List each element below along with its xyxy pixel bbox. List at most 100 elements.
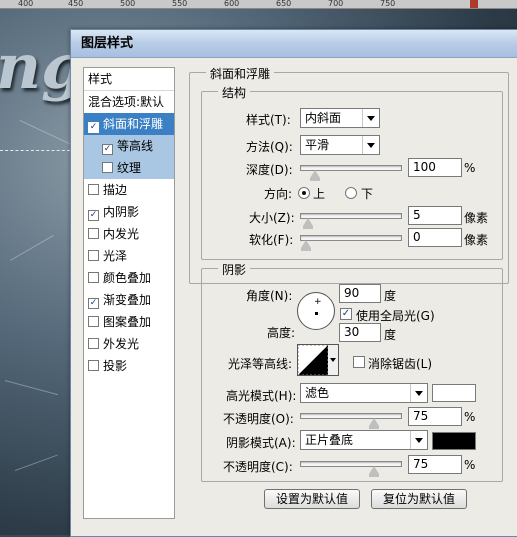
style-list-header[interactable]: 样式: [84, 68, 174, 91]
highlight-opacity-unit: %: [464, 410, 476, 424]
size-slider-thumb[interactable]: [303, 218, 313, 229]
style-item-bevel-emboss[interactable]: ✓ 斜面和浮雕: [84, 113, 174, 135]
checkbox[interactable]: [88, 228, 99, 239]
style-item-label: 纹理: [117, 161, 142, 175]
checkbox[interactable]: ✓: [88, 122, 99, 133]
style-item-outer-glow[interactable]: 外发光: [84, 333, 174, 355]
angle-input[interactable]: 90: [339, 284, 381, 303]
checkbox[interactable]: [88, 272, 99, 283]
checkbox[interactable]: ✓: [88, 210, 99, 221]
style-item-inner-glow[interactable]: 内发光: [84, 223, 174, 245]
highlight-mode-select[interactable]: 滤色: [300, 383, 428, 403]
style-item-inner-shadow[interactable]: ✓ 内阴影: [84, 201, 174, 223]
checkbox[interactable]: [102, 162, 113, 173]
style-item-contour[interactable]: ✓ 等高线: [84, 135, 174, 157]
chevron-down-icon: [410, 431, 427, 449]
dial-center-dot: [315, 312, 318, 315]
antialias-label[interactable]: 消除锯齿(L): [368, 355, 432, 372]
shadow-opacity-slider[interactable]: [300, 461, 402, 477]
style-item-texture[interactable]: 纹理: [84, 157, 174, 179]
size-input[interactable]: 5: [408, 206, 462, 225]
shadow-opacity-thumb[interactable]: [369, 466, 379, 477]
chevron-down-icon: [410, 384, 427, 402]
highlight-opacity-slider[interactable]: [300, 413, 402, 429]
global-light-checkbox[interactable]: ✓: [340, 308, 352, 320]
style-item-label: 渐变叠加: [103, 293, 152, 307]
style-item-label: 颜色叠加: [103, 271, 152, 285]
global-light-label[interactable]: 使用全局光(G): [356, 307, 435, 324]
dialog-title[interactable]: 图层样式: [71, 30, 517, 58]
style-item-label: 外发光: [103, 337, 140, 351]
style-item-label: 投影: [103, 359, 128, 373]
shadow-opacity-input[interactable]: 75: [408, 455, 462, 474]
soften-slider[interactable]: [300, 235, 402, 251]
style-item-label: 内发光: [103, 227, 140, 241]
style-item-drop-shadow[interactable]: 投影: [84, 355, 174, 377]
depth-input[interactable]: 100: [408, 158, 462, 177]
direction-down-label[interactable]: 下: [361, 185, 373, 202]
style-list: 样式 混合选项:默认 ✓ 斜面和浮雕 ✓ 等高线 纹理 描边 ✓ 内阴影 内发光 光泽…: [83, 67, 175, 519]
checkbox[interactable]: ✓: [102, 144, 113, 155]
style-item-blending-options[interactable]: 混合选项:默认: [84, 91, 174, 113]
checkbox[interactable]: ✓: [88, 298, 99, 309]
contour-curve-icon: [298, 345, 328, 375]
checkbox[interactable]: [88, 250, 99, 261]
angle-unit: 度: [384, 289, 397, 303]
depth-unit: %: [464, 161, 476, 175]
highlight-opacity-thumb[interactable]: [369, 418, 379, 429]
method-label: 方法(Q):: [246, 140, 293, 154]
style-item-gradient-overlay[interactable]: ✓ 渐变叠加: [84, 289, 174, 311]
set-default-button[interactable]: 设置为默认值: [264, 489, 360, 509]
reset-default-button[interactable]: 复位为默认值: [371, 489, 467, 509]
angle-dial[interactable]: +: [297, 292, 335, 330]
soften-label: 软化(F):: [249, 233, 294, 247]
checkbox[interactable]: [88, 316, 99, 327]
ruler-tick-label: 650: [276, 0, 292, 8]
style-item-label: 描边: [103, 183, 128, 197]
depth-slider[interactable]: [300, 165, 402, 181]
altitude-unit: 度: [384, 328, 397, 342]
method-select-value: 平滑: [305, 138, 330, 152]
top-ruler: 400 450 500 550 600 650 700 750: [0, 0, 517, 9]
shadow-color-swatch[interactable]: [432, 432, 476, 450]
ruler-tick-label: 750: [380, 0, 396, 8]
highlight-color-swatch[interactable]: [432, 384, 476, 402]
shadow-mode-select[interactable]: 正片叠底: [300, 430, 428, 450]
direction-down-radio[interactable]: [345, 187, 357, 199]
depth-slider-thumb[interactable]: [310, 170, 320, 181]
style-item-pattern-overlay[interactable]: 图案叠加: [84, 311, 174, 333]
altitude-input[interactable]: 30: [339, 323, 381, 342]
style-item-satin[interactable]: 光泽: [84, 245, 174, 267]
highlight-opacity-input[interactable]: 75: [408, 407, 462, 426]
style-item-color-overlay[interactable]: 颜色叠加: [84, 267, 174, 289]
direction-up-label[interactable]: 上: [313, 185, 325, 202]
size-slider[interactable]: [300, 213, 402, 229]
checkbox[interactable]: [88, 338, 99, 349]
style-item-label: 混合选项:默认: [88, 95, 165, 109]
style-select[interactable]: 内斜面: [300, 108, 380, 128]
direction-label: 方向:: [264, 187, 293, 201]
ruler-tick-label: 550: [172, 0, 188, 8]
chevron-down-icon: [362, 136, 379, 154]
shading-title: 阴影: [218, 261, 251, 278]
ruler-tick-label: 500: [120, 0, 136, 8]
style-item-stroke[interactable]: 描边: [84, 179, 174, 201]
soften-slider-thumb[interactable]: [301, 240, 311, 251]
checkbox[interactable]: [88, 360, 99, 371]
antialias-checkbox[interactable]: [353, 356, 365, 368]
gloss-contour-picker[interactable]: [297, 344, 329, 376]
soften-input[interactable]: 0: [408, 228, 462, 247]
style-item-label: 等高线: [117, 139, 154, 153]
gloss-contour-dropdown[interactable]: [328, 344, 339, 376]
direction-up-radio[interactable]: [298, 187, 310, 199]
angle-label: 角度(N):: [246, 289, 293, 303]
checkbox[interactable]: [88, 184, 99, 195]
ruler-tick-label: 400: [18, 0, 34, 8]
depth-label: 深度(D):: [246, 163, 293, 177]
style-item-label: 内阴影: [103, 205, 140, 219]
style-select-value: 内斜面: [305, 111, 342, 125]
method-select[interactable]: 平滑: [300, 135, 380, 155]
ruler-tick-label: 700: [328, 0, 344, 8]
gloss-contour-label: 光泽等高线:: [228, 357, 293, 371]
highlight-mode-value: 滤色: [305, 386, 330, 400]
